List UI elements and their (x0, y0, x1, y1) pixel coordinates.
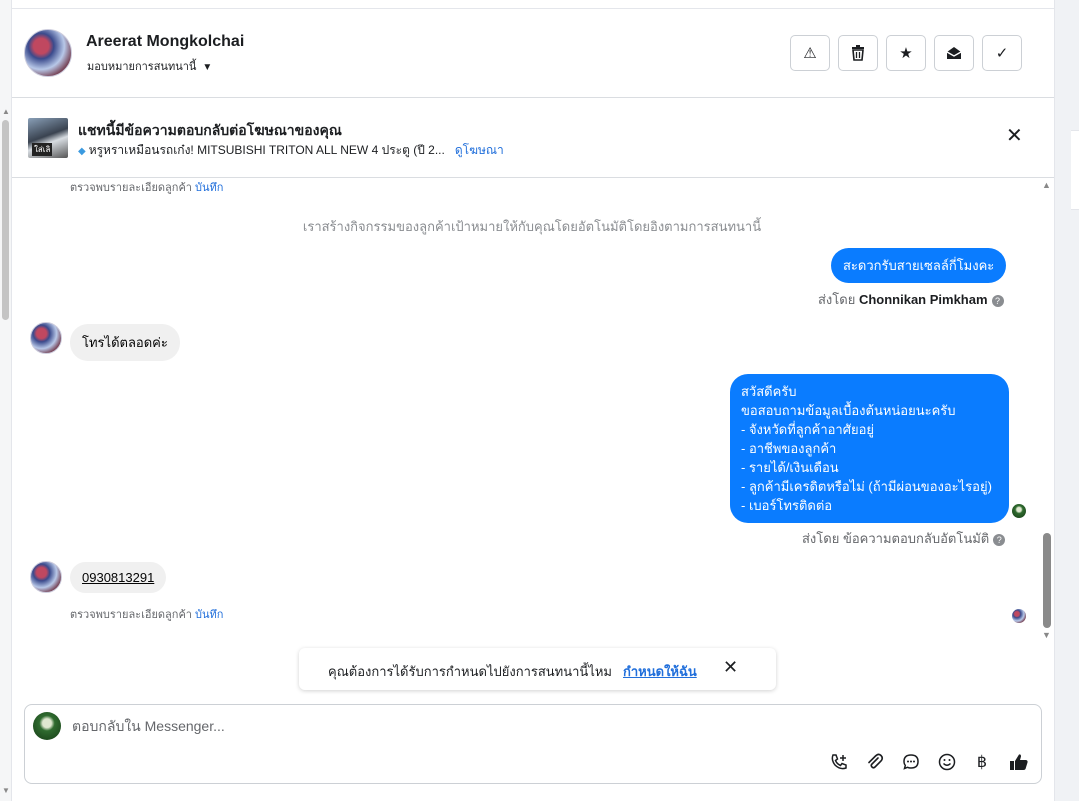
sent-by-prefix: ส่งโดย (818, 292, 856, 307)
warning-icon: ⚠ (803, 45, 817, 62)
sent-by-label-auto: ส่งโดย ข้อความตอบกลับอัตโนมัติ? (802, 528, 1006, 549)
side-panel-tab[interactable] (1071, 130, 1079, 210)
scroll-up-arrow-icon[interactable]: ▲ (2, 107, 10, 116)
emoji-icon[interactable] (936, 751, 958, 773)
message-line: - อาชีพของลูกค้า (741, 441, 837, 456)
contact-avatar[interactable] (24, 29, 72, 77)
close-banner-icon[interactable]: ✕ (1006, 126, 1023, 146)
sent-by-prefix: ส่งโดย (802, 531, 840, 546)
message-line: ขอสอบถามข้อมูลเบื้องต้นหน่อยนะครับ (741, 403, 956, 418)
scroll-up-arrow-icon[interactable]: ▲ (1042, 180, 1051, 190)
mark-unread-button[interactable] (934, 35, 974, 71)
ad-reply-banner: ใส่เลิ แชทนี้มีข้อความตอบกลับต่อโฆษณาของ… (12, 98, 1054, 178)
contact-name[interactable]: Areerat Mongkolchai (86, 33, 244, 51)
phone-number-link[interactable]: 0930813291 (82, 570, 154, 585)
reply-composer: ฿ (24, 704, 1042, 784)
help-icon[interactable]: ? (991, 294, 1004, 307)
outgoing-message-auto[interactable]: สวัสดีครับ ขอสอบถามข้อมูลเบื้องต้นหน่อยน… (730, 374, 1009, 523)
message-line: - เบอร์โทรติดต่อ (741, 498, 833, 513)
ad-thumb-caption: ใส่เลิ (32, 143, 53, 156)
page-read-receipt-avatar (1012, 504, 1026, 518)
sent-by-name: Chonnikan Pimkham (858, 292, 988, 307)
outgoing-message[interactable]: สะดวกรับสายเซลล์กี่โมงคะ (831, 248, 1007, 283)
detected-details-note: ตรวจพบรายละเอียดลูกค้า บันทึก (70, 178, 223, 196)
ad-name: หรูหราเหมือนรถเก๋ง! MITSUBISHI TRITON AL… (88, 143, 445, 157)
detected-details-text: ตรวจพบรายละเอียดลูกค้า (70, 182, 192, 194)
delete-button[interactable] (838, 35, 878, 71)
star-icon: ★ (899, 45, 913, 62)
assign-to-me-prompt: คุณต้องการได้รับการกำหนดไปยังการสนทนานี้… (299, 648, 776, 690)
message-line: - รายได้/เงินเดือน (741, 460, 839, 475)
page-avatar (33, 712, 61, 740)
view-ad-link[interactable]: ดูโฆษณา (455, 143, 504, 157)
thread-scrollbar[interactable]: ▲ ▼ (1042, 178, 1054, 648)
star-button[interactable]: ★ (886, 35, 926, 71)
scroll-down-arrow-icon[interactable]: ▼ (2, 786, 10, 795)
sent-by-automation: ข้อความตอบกลับอัตโนมัติ (842, 531, 990, 546)
check-icon: ✓ (995, 45, 1009, 62)
assign-to-me-link[interactable]: กำหนดให้ฉัน (623, 661, 697, 682)
attach-icon[interactable] (864, 751, 886, 773)
right-panel-edge (1054, 0, 1079, 801)
help-icon[interactable]: ? (993, 533, 1006, 546)
left-scrollbar[interactable]: ▲ ▼ (0, 0, 12, 801)
ad-banner-title: แชทนี้มีข้อความตอบกลับต่อโฆษณาของคุณ (78, 122, 342, 138)
thread-scroll-thumb[interactable] (1043, 533, 1051, 628)
conversation-header: Areerat Mongkolchai มอบหมายการสนทนานี้ ▼ … (12, 9, 1054, 98)
message-line: - ลูกค้ามีเครดิตหรือไม่ (ถ้ามีผ่อนของอะไ… (741, 479, 992, 494)
contact-avatar-small[interactable] (30, 561, 62, 593)
scroll-down-arrow-icon[interactable]: ▼ (1042, 630, 1051, 640)
contact-avatar-small[interactable] (30, 322, 62, 354)
ad-thumbnail[interactable]: ใส่เลิ (28, 118, 68, 158)
incoming-message-phone[interactable]: 0930813291 (70, 562, 167, 593)
payment-icon[interactable]: ฿ (971, 751, 993, 773)
assign-conversation-dropdown[interactable]: มอบหมายการสนทนานี้ ▼ (87, 57, 212, 75)
left-scroll-thumb[interactable] (2, 120, 9, 320)
detected-details-text: ตรวจพบรายละเอียดลูกค้า (70, 609, 192, 621)
caret-down-icon: ▼ (202, 62, 213, 73)
system-message: เราสร้างกิจกรรมของลูกค้าเป้าหมายให้กับคุ… (302, 219, 762, 234)
mark-done-button[interactable]: ✓ (982, 35, 1022, 71)
diamond-icon: ◆ (78, 146, 86, 157)
message-line: - จังหวัดที่ลูกค้าอาศัยอยู่ (741, 422, 875, 437)
message-line: สวัสดีครับ (741, 384, 797, 399)
detected-details-note: ตรวจพบรายละเอียดลูกค้า บันทึก (70, 605, 223, 623)
contact-read-receipt-avatar (1012, 609, 1026, 623)
envelope-open-icon (946, 47, 962, 59)
like-icon[interactable] (1008, 751, 1030, 773)
messenger-inbox-window: ▲ ▼ Areerat Mongkolchai มอบหมายการสนทนาน… (0, 0, 1079, 801)
save-details-link[interactable]: บันทึก (195, 609, 223, 621)
save-details-link[interactable]: บันทึก (195, 182, 223, 194)
reply-input[interactable] (72, 718, 972, 734)
report-button[interactable]: ⚠ (790, 35, 830, 71)
message-thread[interactable]: ตรวจพบรายละเอียดลูกค้า บันทึก เราสร้างกิ… (12, 178, 1042, 648)
trash-icon (852, 45, 864, 61)
sent-by-label: ส่งโดย Chonnikan Pimkham? (818, 289, 1004, 310)
assign-question: คุณต้องการได้รับการกำหนดไปยังการสนทนานี้… (328, 664, 612, 679)
close-prompt-icon[interactable]: ✕ (723, 658, 738, 676)
incoming-message[interactable]: โทรได้ตลอดค่ะ (70, 324, 180, 361)
assign-label: มอบหมายการสนทนานี้ (87, 61, 197, 73)
saved-reply-icon[interactable] (900, 751, 922, 773)
call-add-icon[interactable] (828, 751, 850, 773)
ad-banner-subtitle: ◆ หรูหราเหมือนรถเก๋ง! MITSUBISHI TRITON A… (78, 141, 504, 160)
